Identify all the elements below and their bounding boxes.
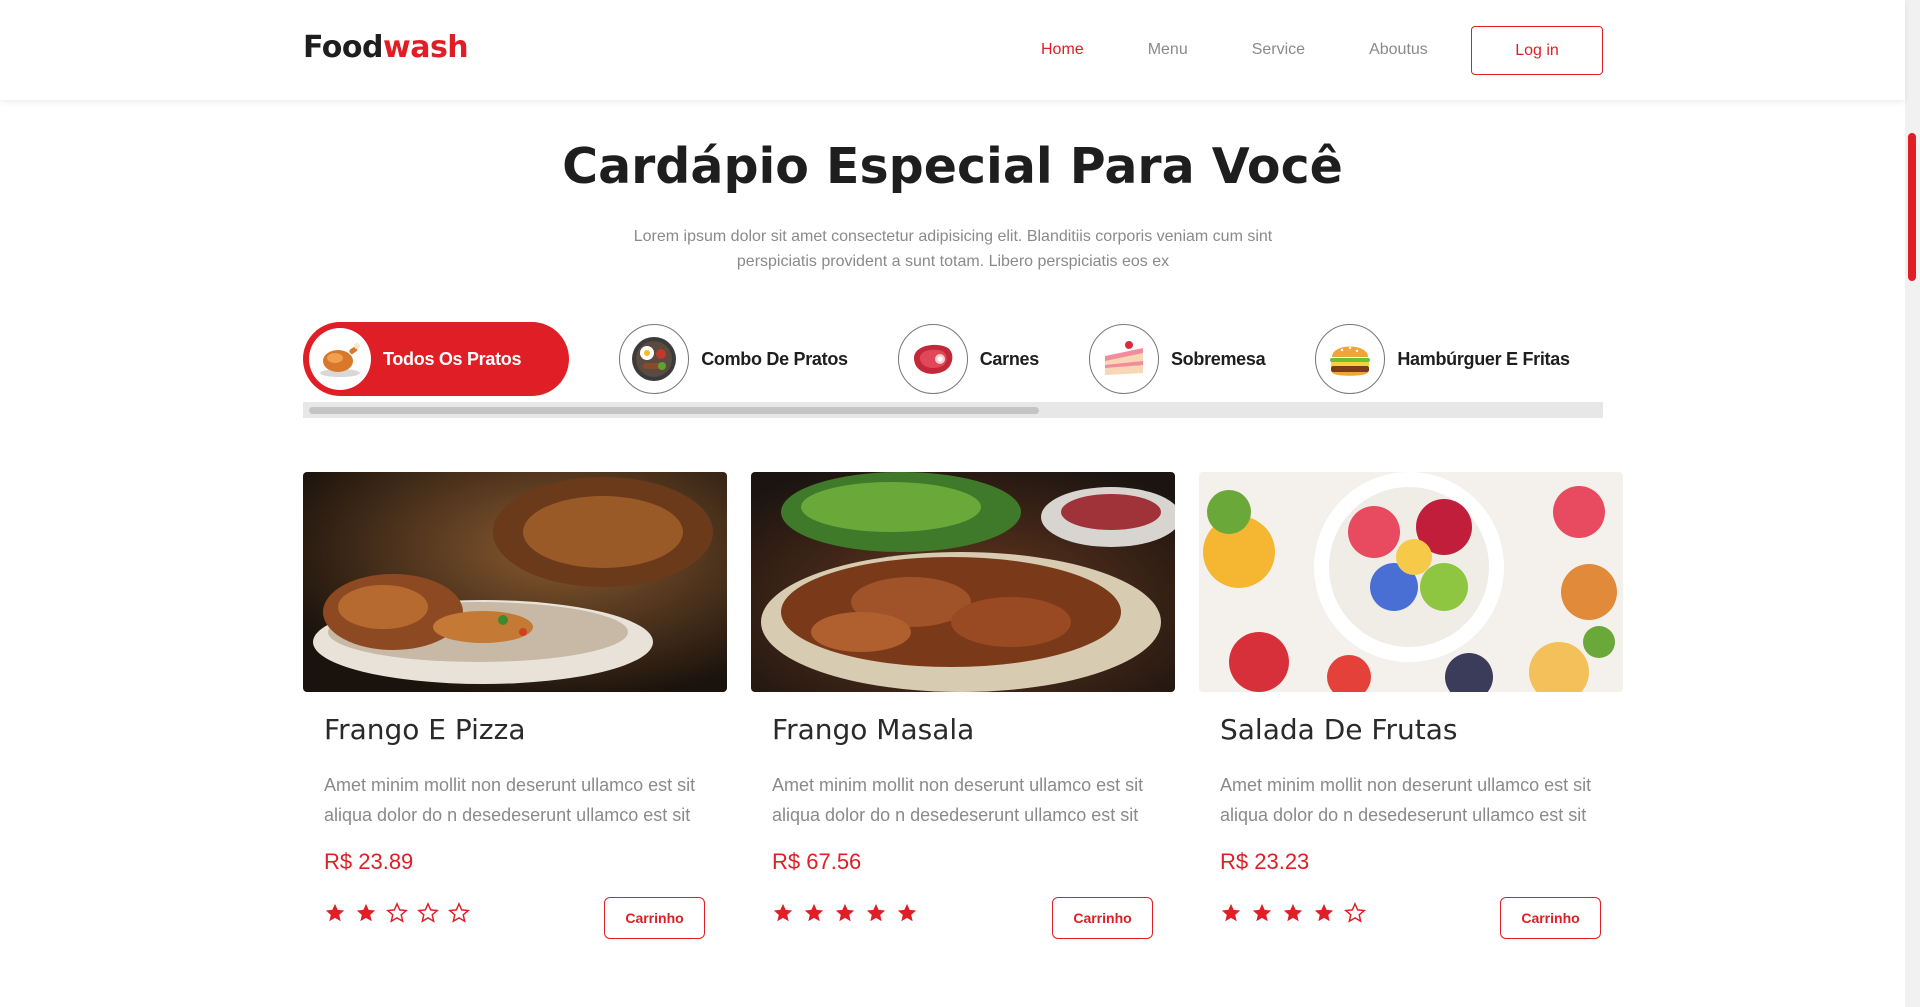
dish-price: R$ 23.89: [324, 849, 414, 874]
login-button[interactable]: Log in: [1471, 26, 1603, 75]
nav-aboutus[interactable]: Aboutus: [1369, 41, 1428, 59]
category-all-dishes[interactable]: Todos Os Pratos: [303, 322, 570, 396]
menu-card: Frango Masala Amet minim mollit non dese…: [751, 472, 1175, 939]
nav-home[interactable]: Home: [1041, 41, 1084, 59]
star-outline-icon: [448, 900, 479, 926]
rating-stars: [1220, 900, 1375, 926]
category-scrollbar[interactable]: [303, 402, 1603, 418]
site-header: Foodwash Home Menu Service Aboutus Log i…: [0, 0, 1905, 100]
brand-logo[interactable]: Foodwash: [303, 30, 469, 65]
rating-stars: [772, 900, 927, 926]
page-scrollbar[interactable]: [1905, 0, 1920, 1007]
roast-chicken-plate-photo: [303, 472, 727, 692]
steak-icon: [897, 324, 968, 394]
star-filled-icon: [896, 900, 927, 926]
category-list: Todos Os Pratos Combo De Pratos Carnes S…: [303, 322, 1603, 396]
rating-stars: [324, 900, 479, 926]
dish-description: Amet minim mollit non deserunt ullamco e…: [324, 775, 696, 825]
meal-platter-icon: [619, 324, 690, 394]
cake-slice-icon: [1088, 324, 1159, 394]
star-filled-icon: [834, 900, 865, 926]
star-filled-icon: [1313, 900, 1344, 926]
dish-description: Amet minim mollit non deserunt ullamco e…: [772, 775, 1144, 825]
star-filled-icon: [1282, 900, 1313, 926]
star-outline-icon: [1344, 900, 1375, 926]
page-title: Cardápio Especial Para Você: [562, 138, 1343, 195]
star-filled-icon: [355, 900, 386, 926]
category-label: Carnes: [979, 348, 1040, 369]
category-desserts[interactable]: Sobremesa: [1088, 322, 1266, 396]
nav-service[interactable]: Service: [1252, 41, 1305, 59]
star-filled-icon: [865, 900, 896, 926]
grilled-chicken-skewers-photo: [751, 472, 1175, 692]
star-outline-icon: [417, 900, 448, 926]
category-meats[interactable]: Carnes: [897, 322, 1040, 396]
star-filled-icon: [772, 900, 803, 926]
add-to-cart-button[interactable]: Carrinho: [1052, 897, 1153, 939]
menu-card: Salada De Frutas Amet minim mollit non d…: [1199, 472, 1623, 939]
category-label: Combo De Pratos: [701, 348, 848, 369]
burger-icon: [1315, 324, 1386, 394]
dish-price: R$ 67.56: [772, 849, 862, 874]
add-to-cart-button[interactable]: Carrinho: [604, 897, 705, 939]
brand-logo-part1: Food: [303, 30, 383, 65]
dish-name: Frango E Pizza: [324, 713, 526, 746]
dish-name: Salada De Frutas: [1220, 713, 1458, 746]
category-carousel: Todos Os Pratos Combo De Pratos Carnes S…: [303, 322, 1603, 418]
dish-name: Frango Masala: [772, 713, 975, 746]
category-combo[interactable]: Combo De Pratos: [619, 322, 848, 396]
nav-menu[interactable]: Menu: [1148, 41, 1188, 59]
add-to-cart-button[interactable]: Carrinho: [1500, 897, 1601, 939]
category-label: Sobremesa: [1170, 348, 1266, 369]
menu-card: Frango E Pizza Amet minim mollit non des…: [303, 472, 727, 939]
fruit-salad-bowl-photo: [1199, 472, 1623, 692]
star-filled-icon: [1220, 900, 1251, 926]
star-filled-icon: [1251, 900, 1282, 926]
category-label: Hambúrguer E Fritas: [1397, 348, 1570, 369]
category-burgers[interactable]: Hambúrguer E Fritas: [1315, 322, 1570, 396]
category-label: Todos Os Pratos: [383, 348, 522, 369]
page-scrollbar-thumb[interactable]: [1908, 133, 1916, 281]
star-filled-icon: [324, 900, 355, 926]
star-outline-icon: [386, 900, 417, 926]
main-nav: Home Menu Service Aboutus: [1041, 0, 1492, 100]
brand-logo-part2: wash: [382, 30, 469, 65]
dish-description: Amet minim mollit non deserunt ullamco e…: [1220, 775, 1592, 825]
category-scrollbar-thumb[interactable]: [309, 407, 1039, 414]
roast-chicken-icon: [309, 328, 371, 390]
dish-price: R$ 23.23: [1220, 849, 1310, 874]
page-subtitle: Lorem ipsum dolor sit amet consectetur a…: [633, 228, 1273, 270]
star-filled-icon: [803, 900, 834, 926]
